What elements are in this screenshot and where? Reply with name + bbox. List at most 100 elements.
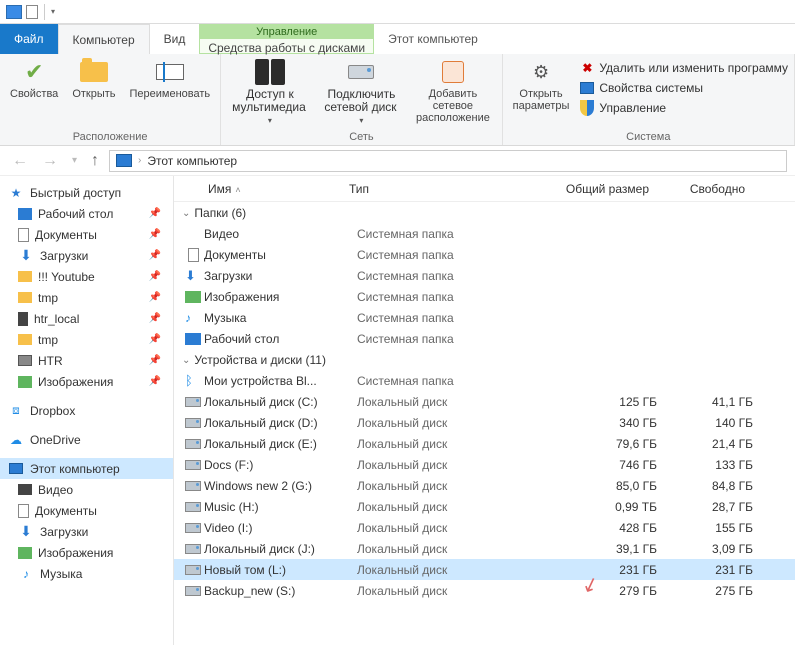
item-type: Системная папка [357,269,527,283]
item-name: Мои устройства Bl... [204,374,357,388]
sidebar-item[interactable]: htr_local📌 [0,308,173,329]
sidebar-item-label: Документы [35,504,97,518]
media-access-button[interactable]: Доступ к мультимедиа ▾ [227,56,313,128]
item-icon [185,439,201,449]
section-drives[interactable]: ⌄Устройства и диски (11) [174,349,795,370]
sidebar-item[interactable]: Изображения📌 [0,371,173,392]
list-item[interactable]: Video (I:)Локальный диск428 ГБ155 ГБ [174,517,795,538]
sidebar-this-pc[interactable]: Этот компьютер [0,458,173,479]
rename-icon [156,64,184,80]
item-icon [18,376,32,388]
item-name: Новый том (L:) [204,563,357,577]
item-icon [185,565,201,575]
item-free: 21,4 ГБ [657,437,767,451]
sidebar-item-label: Музыка [40,567,82,581]
breadcrumb[interactable]: › Этот компьютер [109,150,787,172]
system-properties-button[interactable]: Свойства системы [579,80,788,96]
list-item[interactable]: ♪МузыкаСистемная папка [174,307,795,328]
sidebar-item[interactable]: Видео [0,479,173,500]
item-icon [18,355,32,366]
item-icon [188,248,199,262]
quick-access-toolbar: ▾ [0,4,61,20]
sidebar-item[interactable]: Документы📌 [0,224,173,245]
recent-dropdown[interactable]: ▾ [68,155,81,166]
item-free: 84,8 ГБ [657,479,767,493]
breadcrumb-item[interactable]: Этот компьютер [147,154,237,168]
drive-icon [348,65,374,79]
item-icon [18,334,32,345]
list-item[interactable]: Рабочий столСистемная папка [174,328,795,349]
pin-icon: 📌 [149,334,169,345]
sidebar-item[interactable]: Документы [0,500,173,521]
uninstall-button[interactable]: ✖Удалить или изменить программу [579,60,788,76]
tab-computer[interactable]: Компьютер [58,24,150,54]
back-button[interactable]: ← [8,152,32,170]
item-icon [185,291,201,303]
map-drive-button[interactable]: Подключить сетевой диск ▾ [319,56,405,128]
item-icon [185,397,201,407]
list-item[interactable]: Windows new 2 (G:)Локальный диск85,0 ГБ8… [174,475,795,496]
sidebar-item[interactable]: ⬇Загрузки📌 [0,245,173,266]
item-icon: ⬇ [18,524,34,540]
list-item[interactable]: Backup_new (S:)Локальный диск279 ГБ275 Г… [174,580,795,601]
forward-button[interactable]: → [38,152,62,170]
tab-view[interactable]: Вид [150,24,200,54]
sidebar-item[interactable]: ♪ Музыка [0,563,173,584]
manage-button[interactable]: Управление [579,100,788,116]
up-button[interactable]: ↑ [87,152,103,170]
list-item[interactable]: Локальный диск (J:)Локальный диск39,1 ГБ… [174,538,795,559]
list-item[interactable]: ⬇ЗагрузкиСистемная папка [174,265,795,286]
sidebar-item[interactable]: tmp📌 [0,329,173,350]
item-free: 231 ГБ [657,563,767,577]
list-item[interactable]: Music (H:)Локальный диск0,99 ТБ28,7 ГБ [174,496,795,517]
sidebar-item[interactable]: ⬇Загрузки [0,521,173,542]
item-name: Локальный диск (C:) [204,395,357,409]
chevron-down-icon: ⌄ [182,208,190,219]
sidebar-item[interactable]: Изображения [0,542,173,563]
item-icon: ♪ [185,311,201,325]
open-button[interactable]: Открыть [68,56,119,102]
item-icon: ⬇ [185,268,201,284]
sidebar-item[interactable]: HTR📌 [0,350,173,371]
item-name: Локальный диск (J:) [204,542,357,556]
col-size[interactable]: Общий размер [519,182,649,196]
item-icon: ♪ [18,566,34,582]
list-item[interactable]: Docs (F:)Локальный диск746 ГБ133 ГБ [174,454,795,475]
item-icon [185,502,201,512]
monitor-icon [580,82,594,94]
sidebar-item[interactable]: tmp📌 [0,287,173,308]
item-type: Локальный диск [357,584,527,598]
item-type: Системная папка [357,248,527,262]
col-free[interactable]: Свободно [649,182,759,196]
list-item[interactable]: Новый том (L:)Локальный диск231 ГБ231 ГБ [174,559,795,580]
item-icon [185,586,201,596]
col-type[interactable]: Тип [349,182,519,196]
sidebar-item[interactable]: Рабочий стол📌 [0,203,173,224]
qat-dropdown-icon[interactable]: ▾ [51,7,55,16]
list-item[interactable]: Локальный диск (C:)Локальный диск125 ГБ4… [174,391,795,412]
sidebar-dropbox[interactable]: ⧈Dropbox [0,400,173,421]
tab-file[interactable]: Файл [0,24,58,54]
sidebar-item-label: Загрузки [40,249,88,263]
ribbon-group-location: ✔Свойства Открыть Переименовать Располож… [0,54,221,145]
list-item[interactable]: Локальный диск (E:)Локальный диск79,6 ГБ… [174,433,795,454]
open-settings-button[interactable]: ⚙Открыть параметры [509,56,574,114]
list-item[interactable]: Локальный диск (D:)Локальный диск340 ГБ1… [174,412,795,433]
list-item[interactable]: ВидеоСистемная папка [174,223,795,244]
window-title: Этот компьютер [374,24,492,54]
sidebar-item[interactable]: !!! Youtube📌 [0,266,173,287]
rename-button[interactable]: Переименовать [126,56,215,102]
sort-asc-icon: ˄ [235,185,240,195]
list-item[interactable]: ИзображенияСистемная папка [174,286,795,307]
sidebar-item-label: Рабочий стол [38,207,113,221]
pc-icon [8,461,24,477]
list-item[interactable]: ДокументыСистемная папка [174,244,795,265]
sidebar-quick-access[interactable]: ★Быстрый доступ [0,182,173,203]
col-name[interactable]: Имя˄ [174,182,349,196]
sidebar-onedrive[interactable]: ☁OneDrive [0,429,173,450]
list-item[interactable]: ᛒМои устройства Bl...Системная папка [174,370,795,391]
properties-button[interactable]: ✔Свойства [6,56,62,102]
item-icon [18,292,32,303]
add-network-location-button[interactable]: Добавить сетевое расположение [410,56,496,126]
section-folders[interactable]: ⌄Папки (6) [174,202,795,223]
